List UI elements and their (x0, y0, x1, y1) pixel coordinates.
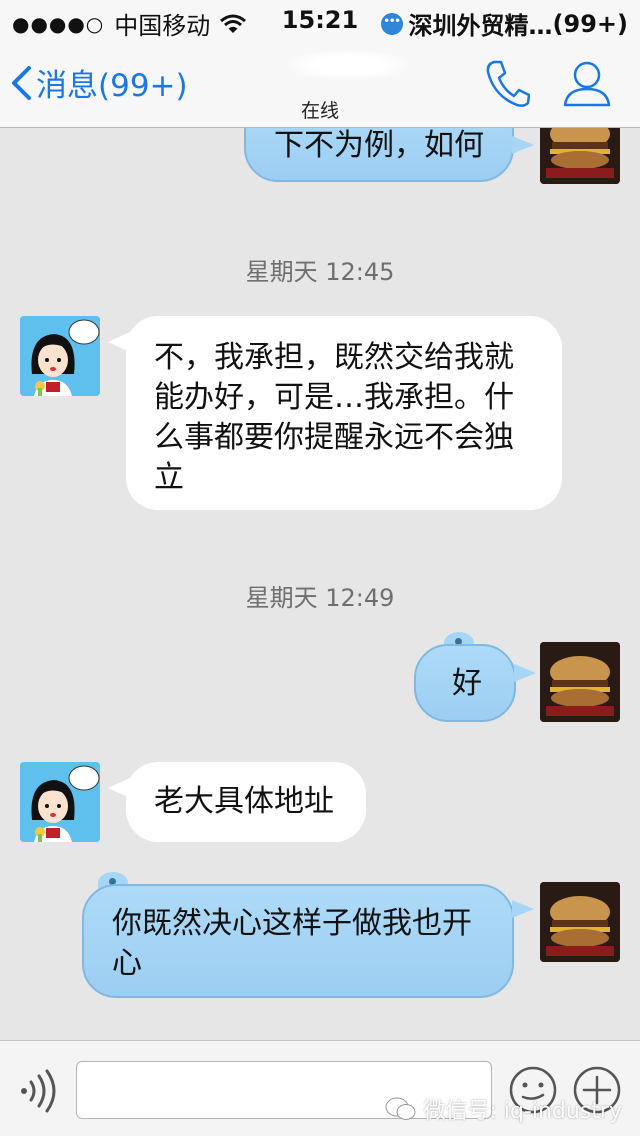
notification-title: 深圳外贸精… (408, 12, 553, 40)
avatar-contact[interactable] (20, 316, 100, 396)
message-bubble-outgoing[interactable]: 下不为例，如何 (244, 128, 514, 182)
message-text: 下不为例，如何 (274, 128, 484, 163)
message-timestamp: 星期天 12:45 (245, 258, 395, 286)
avatar-self[interactable] (540, 882, 620, 962)
bubble-tail (514, 664, 536, 682)
profile-icon[interactable] (562, 58, 612, 108)
notification-count: (99+) (552, 9, 628, 38)
message-timestamp: 星期天 12:49 (245, 584, 395, 612)
avatar-self[interactable] (540, 128, 620, 184)
wechat-logo-icon (385, 1097, 416, 1120)
phone-icon[interactable] (484, 58, 530, 108)
notification[interactable]: 深圳外贸精… (99+) (380, 6, 628, 41)
message-bubble-outgoing[interactable]: 你既然决心这样子做我也开心 (82, 884, 514, 998)
watermark-text: 微信号: iq-industry (423, 1099, 622, 1124)
nav-bar: 消息(99+) 在线 (0, 40, 640, 128)
message-text: 不，我承担，既然交给我就能办好，可是…我承担。什么事都要你提醒永远不会独立 (154, 340, 514, 495)
burger-photo-icon (540, 642, 620, 722)
message-notification-icon (380, 12, 403, 35)
cartoon-girl-avatar-icon (20, 762, 100, 842)
status-bar: ●●●●○ 中国移动 15:21 深圳外贸精… (99+) (0, 0, 640, 40)
input-bar: 微信号: iq-industry (0, 1040, 640, 1136)
bubble-tail (512, 136, 534, 154)
avatar-self[interactable] (540, 642, 620, 722)
message-bubble-incoming[interactable]: 老大具体地址 (126, 762, 366, 842)
contact-name-redacted (286, 50, 410, 80)
message-text: 你既然决心这样子做我也开心 (112, 906, 472, 981)
message-text: 好 (452, 666, 482, 701)
message-bubble-outgoing[interactable]: 好 (414, 644, 516, 722)
voice-icon[interactable] (18, 1069, 58, 1113)
message-bubble-incoming[interactable]: 不，我承担，既然交给我就能办好，可是…我承担。什么事都要你提醒永远不会独立 (126, 316, 562, 510)
watermark: 微信号: iq-industry (385, 1093, 622, 1125)
cartoon-girl-avatar-icon (20, 316, 100, 396)
bubble-tail (512, 900, 534, 918)
message-text: 老大具体地址 (154, 784, 334, 819)
avatar-contact[interactable] (20, 762, 100, 842)
chat-area[interactable]: 下不为例，如何 星期天 12:45 不，我承担，既然交给我就能办好，可是…我承担… (0, 128, 640, 1040)
contact-status: 在线 (300, 100, 339, 122)
burger-photo-icon (540, 128, 620, 184)
burger-photo-icon (540, 882, 620, 962)
